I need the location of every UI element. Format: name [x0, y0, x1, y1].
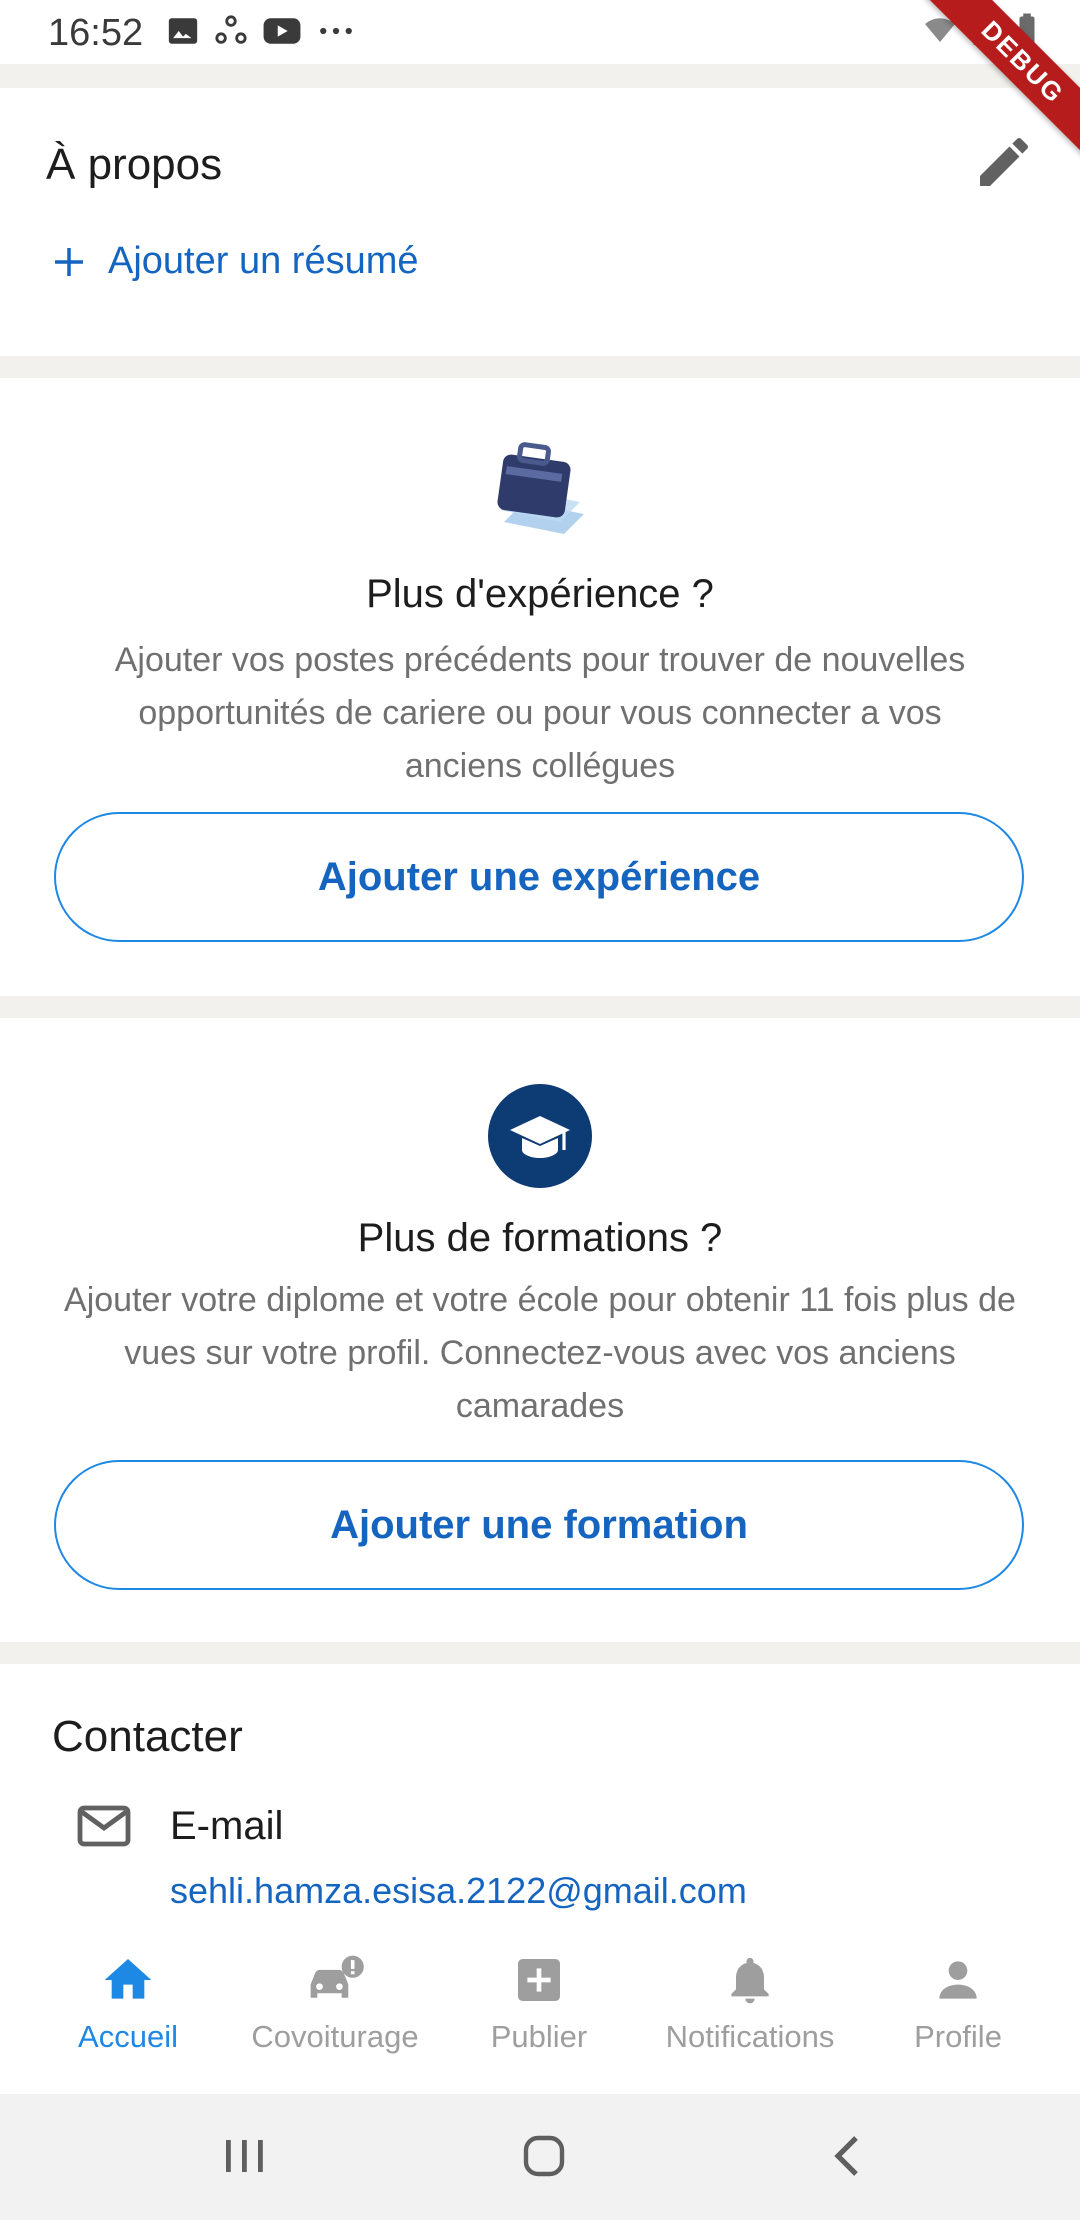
status-time: 16:52 — [48, 12, 144, 54]
nav-item-profile[interactable]: Profile — [858, 1952, 1058, 2055]
sync-icon — [215, 15, 247, 44]
nav-item-notifications[interactable]: Notifications — [650, 1952, 850, 2055]
status-left-icons — [166, 14, 356, 48]
nav-item-publier[interactable]: Publier — [439, 1952, 639, 2055]
mail-icon — [76, 1802, 132, 1855]
home-system-button[interactable] — [520, 2132, 568, 2185]
more-dots-icon — [320, 27, 352, 35]
status-bar: 16:52 — [0, 0, 1080, 64]
back-button[interactable] — [826, 2132, 870, 2185]
nav-item-covoiturage[interactable]: Covoiturage — [235, 1952, 435, 2055]
car-alert-icon — [310, 1955, 364, 1998]
edit-about-button[interactable] — [972, 130, 1036, 194]
home-icon — [104, 1959, 152, 1999]
nav-label-profile: Profile — [914, 2019, 1002, 2054]
add-education-button[interactable]: Ajouter une formation — [54, 1460, 1024, 1590]
bell-icon — [731, 1957, 769, 2004]
image-icon — [168, 18, 198, 44]
add-box-icon — [518, 1959, 560, 2001]
nav-label-publier: Publier — [490, 2019, 588, 2054]
nav-label-covoiturage: Covoiturage — [251, 2019, 419, 2054]
contact-title: Contacter — [52, 1712, 243, 1761]
system-navigation-bar — [0, 2094, 1080, 2220]
nav-item-accueil[interactable]: Accueil — [28, 1952, 228, 2055]
add-experience-button[interactable]: Ajouter une expérience — [54, 812, 1024, 942]
plus-icon — [55, 247, 83, 276]
add-summary-button[interactable]: Ajouter un résumé — [48, 240, 419, 283]
person-icon — [939, 1961, 977, 1999]
youtube-icon — [263, 18, 301, 44]
bottom-navigation: Accueil Covoiturage Publier Notification… — [0, 1930, 1080, 2094]
contact-section: Contacter E-mail sehli.hamza.esisa.2122@… — [0, 1664, 1080, 1930]
home-circle-icon — [523, 2135, 565, 2177]
nav-label-accueil: Accueil — [78, 2019, 178, 2054]
education-title: Plus de formations ? — [357, 1216, 723, 1260]
recent-apps-button[interactable] — [222, 2134, 266, 2183]
back-chevron-icon — [834, 2136, 858, 2176]
email-label: E-mail — [170, 1804, 284, 1848]
add-summary-label: Ajouter un résumé — [108, 240, 419, 282]
about-section: À propos Ajouter un résumé — [0, 88, 1080, 356]
experience-title: Plus d'expérience ? — [366, 572, 714, 616]
experience-illustration — [0, 430, 1080, 555]
experience-section: Plus d'expérience ? Ajouter vos postes p… — [0, 378, 1080, 996]
education-section: Plus de formations ? Ajouter votre diplo… — [0, 1018, 1080, 1642]
experience-description: Ajouter vos postes précédents pour trouv… — [114, 641, 966, 785]
education-description: Ajouter votre diplome et votre école pou… — [64, 1281, 1016, 1425]
recent-apps-icon — [226, 2140, 263, 2172]
pencil-icon — [980, 137, 1029, 186]
education-illustration — [0, 1084, 1080, 1193]
briefcase-icon — [497, 442, 584, 534]
graduation-cap-icon — [488, 1084, 592, 1188]
about-title: À propos — [46, 140, 223, 189]
nav-label-notifications: Notifications — [665, 2019, 835, 2054]
email-link[interactable]: sehli.hamza.esisa.2122@gmail.com — [170, 1870, 747, 1912]
